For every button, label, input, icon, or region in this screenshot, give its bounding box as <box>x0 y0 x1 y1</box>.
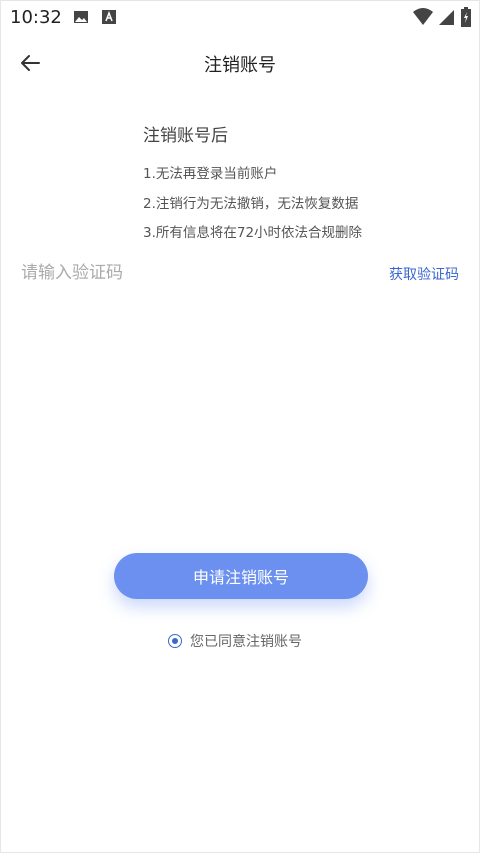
agree-checkbox[interactable]: 您已同意注销账号 <box>168 631 302 651</box>
notice-item: 2.注销行为无法撤销，无法恢复数据 <box>143 195 359 212</box>
apply-cancel-account-button[interactable]: 申请注销账号 <box>114 553 368 599</box>
font-icon <box>102 10 116 24</box>
signal-icon <box>439 10 454 25</box>
notice-item: 3.所有信息将在72小时依法合规删除 <box>143 225 363 241</box>
status-time: 10:32 <box>10 7 62 28</box>
agree-label: 您已同意注销账号 <box>190 634 302 650</box>
battery-icon <box>461 7 471 27</box>
wifi-icon <box>413 8 433 25</box>
status-right-icons <box>413 7 471 27</box>
notice-item: 1.无法再登录当前账户 <box>143 166 278 182</box>
image-icon <box>74 11 88 23</box>
notice-section: 注销账号后 1.无法再登录当前账户 2.注销行为无法撤销，无法恢复数据 3.所有… <box>143 121 362 249</box>
verification-row: 获取验证码 <box>21 259 459 289</box>
page-title: 注销账号 <box>204 55 276 76</box>
notice-heading: 注销账号后 <box>143 126 228 146</box>
status-bar: 10:32 <box>1 1 479 34</box>
radio-dot <box>172 638 178 644</box>
radio-checked-icon[interactable] <box>168 634 182 648</box>
get-code-button[interactable]: 获取验证码 <box>389 264 459 284</box>
verification-code-input[interactable] <box>21 259 351 287</box>
app-bar: 注销账号 <box>1 41 479 85</box>
